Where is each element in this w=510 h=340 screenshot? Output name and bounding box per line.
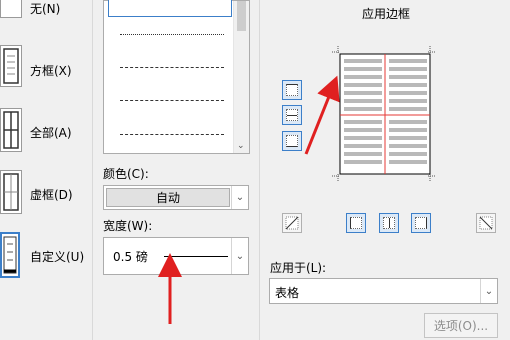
annotation-arrows <box>158 75 340 324</box>
arrow-to-preview <box>304 75 340 155</box>
